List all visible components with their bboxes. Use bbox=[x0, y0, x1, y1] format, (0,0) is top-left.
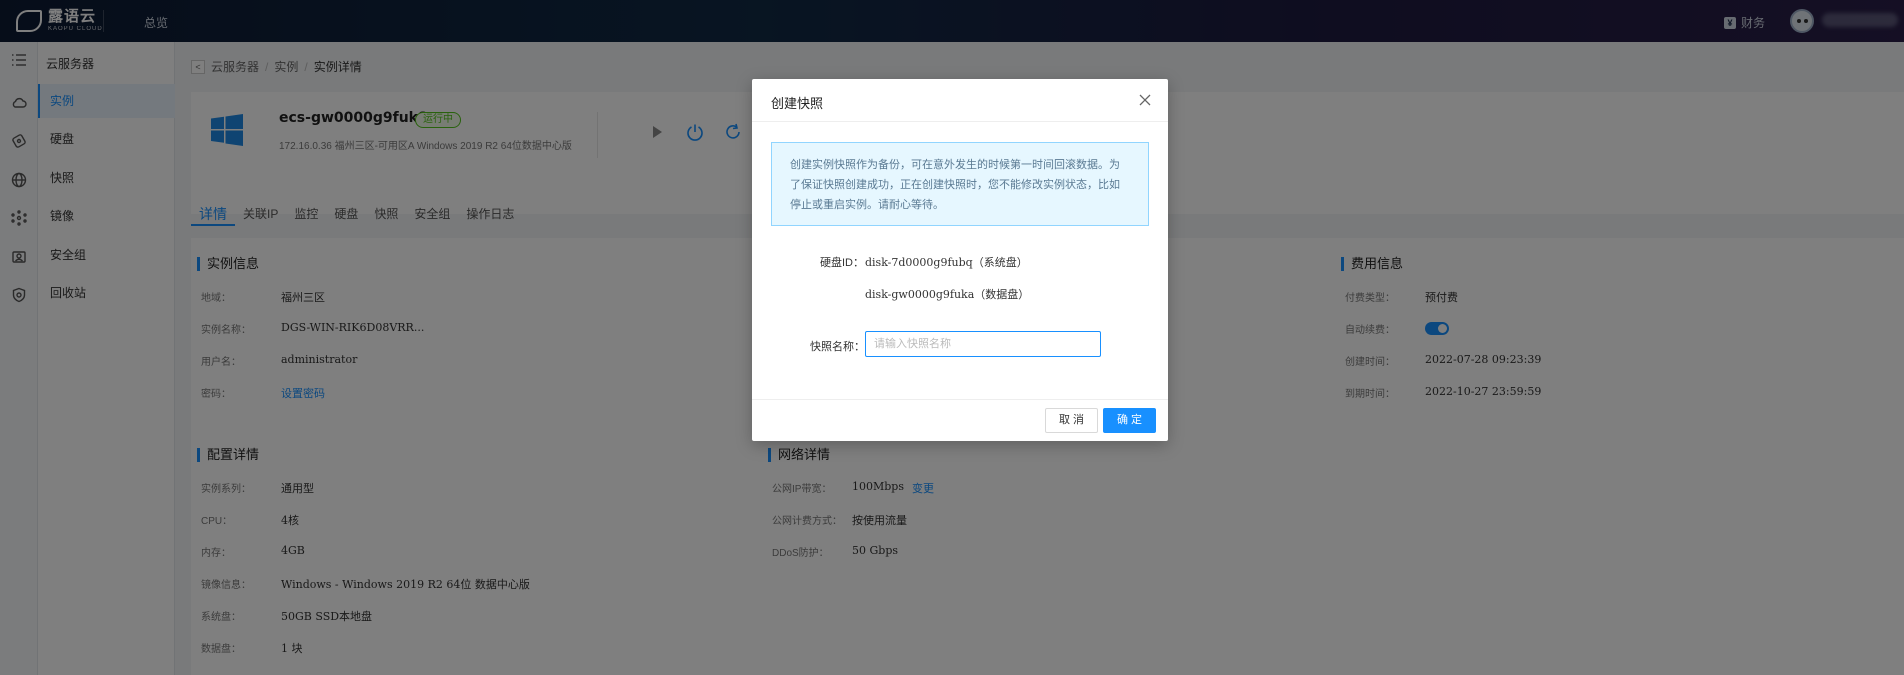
snapshot-notice: 创建实例快照作为备份，可在意外发生的时候第一时间回滚数据。为了保证快照创建成功，… bbox=[771, 142, 1149, 226]
dialog-header: 创建快照 bbox=[752, 79, 1168, 122]
confirm-button[interactable]: 确 定 bbox=[1103, 408, 1157, 433]
disk-id-system: disk-7d0000g9fubq（系统盘） bbox=[865, 256, 1028, 269]
cancel-button[interactable]: 取 消 bbox=[1045, 408, 1099, 433]
dialog-title: 创建快照 bbox=[771, 96, 824, 111]
close-button[interactable] bbox=[1138, 93, 1152, 107]
snapshot-name-input[interactable] bbox=[865, 331, 1101, 357]
disk-id-data: disk-gw0000g9fuka（数据盘） bbox=[865, 288, 1030, 301]
disk-id-label: 硬盘ID： bbox=[820, 257, 864, 269]
create-snapshot-dialog: 创建快照 创建实例快照作为备份，可在意外发生的时候第一时间回滚数据。为了保证快照… bbox=[752, 79, 1168, 441]
close-icon bbox=[1139, 94, 1151, 106]
snapshot-name-label: 快照名称： bbox=[810, 341, 865, 353]
dialog-footer: 取 消 确 定 bbox=[752, 399, 1168, 441]
